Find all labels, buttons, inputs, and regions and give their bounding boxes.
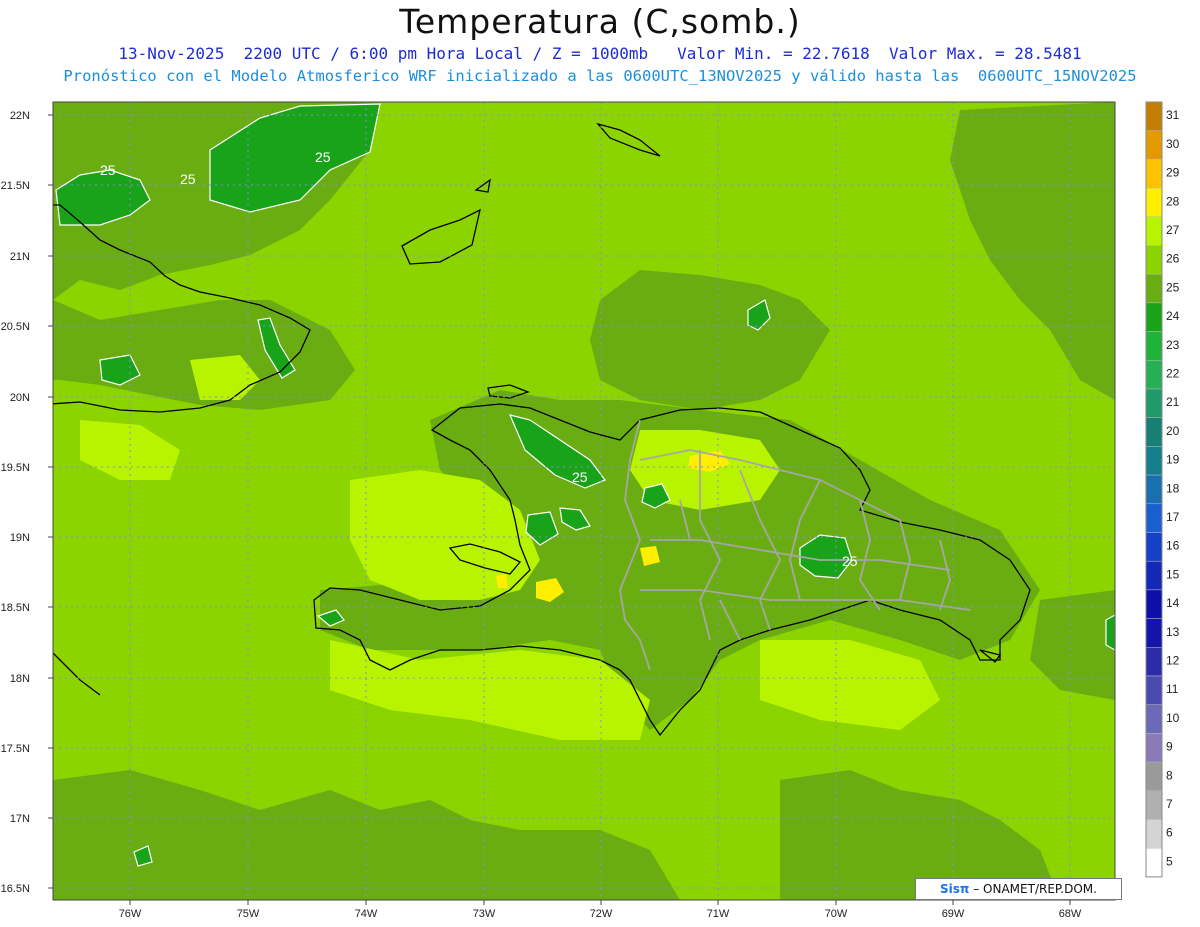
- colorbar-swatch: [1145, 474, 1163, 505]
- cold-region-east-2: [1105, 614, 1115, 651]
- colorbar-label: 28: [1166, 194, 1180, 208]
- lon-tick-label: 76W: [119, 908, 142, 920]
- lat-tick-label: 19N: [10, 532, 30, 544]
- lon-tick-label: 74W: [355, 908, 378, 920]
- lat-tick-label: 16.5N: [1, 883, 30, 895]
- lat-ticks: [48, 114, 53, 889]
- colorbar-swatch: [1145, 101, 1163, 131]
- colorbar-label: 15: [1166, 567, 1180, 581]
- contour-label: 25: [842, 553, 858, 569]
- colorbar-swatch: [1145, 847, 1163, 878]
- colorbar-swatch: [1145, 360, 1163, 390]
- colorbar-swatch: [1145, 503, 1163, 533]
- colorbar-swatch: [1145, 417, 1163, 447]
- lon-tick-label: 72W: [590, 908, 613, 920]
- lat-tick-label: 17.5N: [1, 743, 30, 755]
- colorbar-label: 7: [1166, 797, 1173, 811]
- lon-tick-label: 68W: [1059, 908, 1082, 920]
- colorbar-label: 30: [1166, 137, 1180, 151]
- contour-label: 25: [180, 171, 196, 187]
- colorbar-swatch: [1145, 675, 1163, 705]
- colorbar-label: 22: [1166, 367, 1180, 381]
- colorbar-label: 16: [1166, 539, 1180, 553]
- lat-tick-label: 17N: [10, 813, 30, 825]
- colorbar: 31 30 29 28 27 26 25 24 23 22 21 20 19 18 17 16 15 14 13 12…: [1145, 101, 1180, 878]
- colorbar-swatch: [1145, 819, 1163, 849]
- colorbar-swatch: [1145, 302, 1163, 332]
- colorbar-label: 6: [1166, 826, 1173, 840]
- contour-label: 25: [572, 469, 588, 485]
- colorbar-swatch: [1145, 704, 1163, 734]
- colorbar-label: 5: [1166, 854, 1173, 868]
- colorbar-label: 19: [1166, 453, 1180, 467]
- contour-label: 25: [100, 162, 116, 178]
- lon-tick-label: 70W: [825, 908, 848, 920]
- colorbar-label: 31: [1166, 108, 1180, 122]
- lat-tick-label: 20N: [10, 392, 30, 404]
- temperature-map: 25 25 25 25 25 22N 21.5N 21N 20.5N 20N 1…: [1, 101, 1180, 920]
- colorbar-swatch: [1145, 589, 1163, 619]
- colorbar-swatch: [1145, 273, 1163, 304]
- colorbar-label: 8: [1166, 768, 1173, 782]
- colorbar-swatch: [1145, 331, 1163, 361]
- colorbar-label: 18: [1166, 481, 1180, 495]
- colorbar-swatch: [1145, 388, 1163, 418]
- colorbar-swatch: [1145, 560, 1163, 591]
- colorbar-label: 17: [1166, 510, 1180, 524]
- colorbar-label: 11: [1166, 682, 1179, 696]
- colorbar-label: 23: [1166, 338, 1180, 352]
- lon-ticks: [129, 900, 1071, 905]
- colorbar-label: 26: [1166, 252, 1180, 266]
- lat-tick-label: 21N: [10, 251, 30, 263]
- lat-tick-label: 21.5N: [1, 180, 30, 192]
- lon-tick-label: 69W: [942, 908, 965, 920]
- contour-label: 25: [315, 149, 331, 165]
- credit-box: Sisπ – ONAMET/REP.DOM.: [915, 878, 1122, 900]
- lat-axis: 22N 21.5N 21N 20.5N 20N 19.5N 19N 18.5N …: [1, 110, 30, 895]
- lon-axis: 76W 75W 74W 73W 72W 71W 70W 69W 68W: [119, 908, 1082, 920]
- colorbar-swatch: [1145, 216, 1163, 246]
- colorbar-swatch: [1145, 790, 1163, 820]
- colorbar-swatch: [1145, 733, 1163, 763]
- lon-tick-label: 75W: [237, 908, 260, 920]
- colorbar-swatch: [1145, 159, 1163, 189]
- colorbar-label: 14: [1166, 596, 1180, 610]
- colorbar-swatch: [1145, 761, 1163, 792]
- colorbar-swatch: [1145, 187, 1163, 218]
- lat-tick-label: 20.5N: [1, 321, 30, 333]
- colorbar-swatch: [1145, 647, 1163, 677]
- colorbar-label: 25: [1166, 280, 1180, 294]
- colorbar-swatch: [1145, 446, 1163, 476]
- credit-text: – ONAMET/REP.DOM.: [969, 882, 1097, 896]
- credit-brand: Sisπ: [940, 882, 970, 896]
- colorbar-swatch: [1145, 618, 1163, 648]
- lat-tick-label: 22N: [10, 110, 30, 122]
- colorbar-label: 9: [1166, 740, 1173, 754]
- colorbar-label: 27: [1166, 223, 1180, 237]
- lat-tick-label: 18.5N: [1, 602, 30, 614]
- colorbar-swatch: [1145, 130, 1163, 160]
- colorbar-label: 12: [1166, 654, 1180, 668]
- colorbar-label: 29: [1166, 166, 1180, 180]
- colorbar-label: 20: [1166, 424, 1180, 438]
- colorbar-swatch: [1145, 532, 1163, 562]
- lon-tick-label: 71W: [707, 908, 730, 920]
- colorbar-swatch: [1145, 245, 1163, 275]
- colorbar-label: 24: [1166, 309, 1180, 323]
- hot-spot-4: [496, 574, 508, 588]
- colorbar-label: 13: [1166, 625, 1180, 639]
- colorbar-label: 10: [1166, 711, 1180, 725]
- lon-tick-label: 73W: [473, 908, 496, 920]
- lat-tick-label: 18N: [10, 673, 30, 685]
- colorbar-label: 21: [1166, 395, 1180, 409]
- lat-tick-label: 19.5N: [1, 462, 30, 474]
